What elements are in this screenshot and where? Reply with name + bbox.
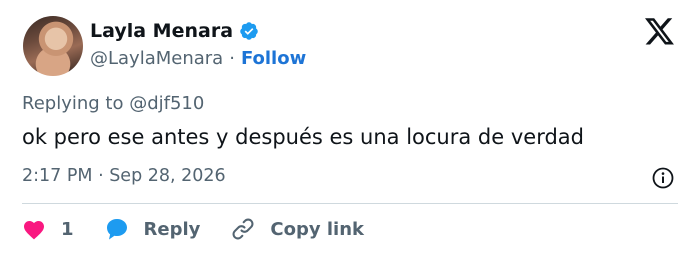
speech-bubble-icon (106, 219, 127, 240)
tweet-timestamp[interactable]: 2:17 PM · Sep 28, 2026 (22, 166, 226, 186)
like-count: 1 (61, 218, 74, 240)
author-handle[interactable]: @LaylaMenara (90, 48, 223, 69)
verified-badge-icon (240, 22, 258, 40)
tweet-text: ok pero ese antes y después es una locur… (22, 125, 584, 149)
x-logo-icon[interactable] (645, 18, 675, 46)
author-name[interactable]: Layla Menara (90, 20, 233, 42)
divider (22, 203, 678, 204)
link-icon (232, 218, 254, 240)
separator-dot: · (229, 48, 235, 69)
author-handle-row: @LaylaMenara · Follow (90, 48, 306, 69)
avatar[interactable] (23, 16, 83, 76)
action-bar: 1 Reply Copy link (22, 215, 364, 243)
info-icon[interactable] (651, 166, 675, 190)
copy-link-button[interactable]: Copy link (230, 216, 364, 242)
reply-label: Reply (143, 218, 201, 240)
heart-icon (24, 221, 44, 240)
author-name-row: Layla Menara (90, 20, 259, 42)
copy-link-label: Copy link (270, 218, 364, 240)
tweet-card: Layla Menara @LaylaMenara · Follow Reply… (0, 0, 700, 256)
reply-button[interactable]: Reply (104, 217, 201, 241)
like-button[interactable]: 1 (22, 218, 74, 240)
replying-to-label[interactable]: Replying to @djf510 (22, 93, 204, 114)
follow-button[interactable]: Follow (241, 48, 306, 69)
